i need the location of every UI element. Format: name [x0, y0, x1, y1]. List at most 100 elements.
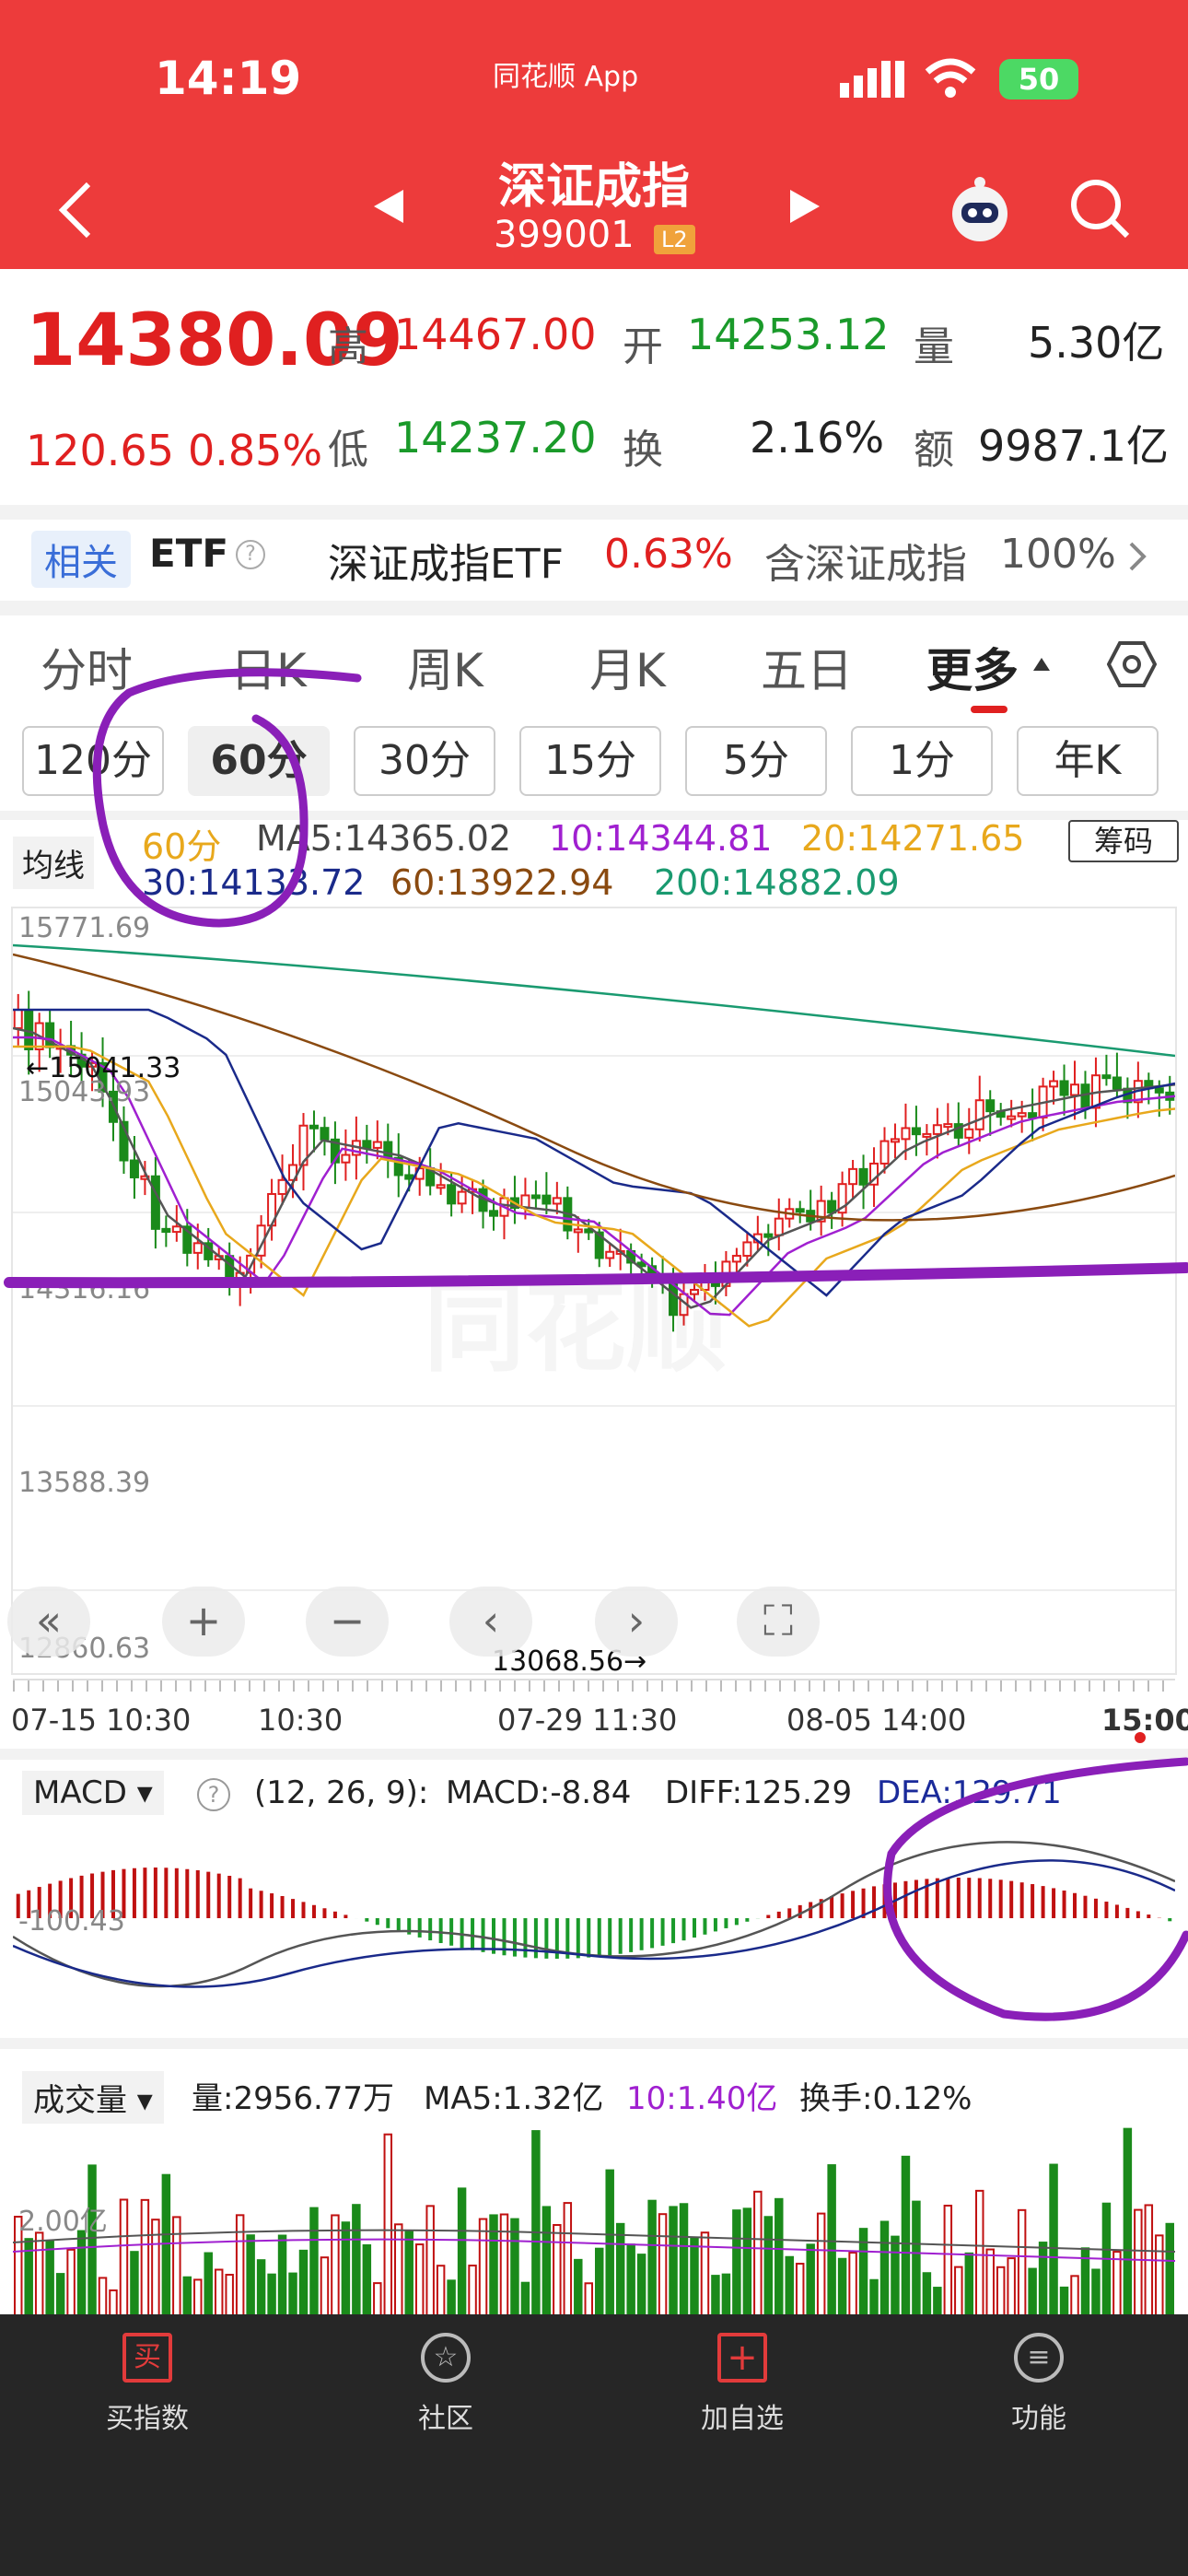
candle-body: [901, 1127, 911, 1141]
nav-functions[interactable]: ≡ 功能: [947, 2333, 1131, 2436]
period-60min[interactable]: 60分: [188, 726, 330, 796]
functions-menu-icon: ≡: [1014, 2333, 1064, 2383]
candle-body: [542, 1194, 552, 1205]
volume-bar: [943, 2205, 953, 2327]
candle-body: [943, 1123, 953, 1129]
volume-chart[interactable]: [13, 2113, 1175, 2327]
time-label-3: 07-29 11:30: [497, 1703, 678, 1738]
volume-bar: [1101, 2202, 1112, 2327]
candle-body: [858, 1167, 868, 1186]
macd-params: (12, 26, 9):: [254, 1774, 429, 1811]
candle-body: [1007, 1115, 1017, 1120]
help-icon[interactable]: ?: [236, 540, 265, 569]
scroll-left-icon[interactable]: ‹: [449, 1587, 532, 1657]
etf-fund-change: 0.63%: [604, 531, 733, 578]
volume-bar: [827, 2164, 836, 2327]
nav-add-watchlist[interactable]: + 加自选: [650, 2333, 834, 2436]
volume-bar: [1144, 2204, 1154, 2327]
ma60-value: 60:13922.94: [390, 862, 614, 903]
macd-help-icon[interactable]: ?: [197, 1778, 230, 1811]
fullscreen-icon[interactable]: ⛶: [737, 1587, 820, 1657]
volume-bar: [879, 2220, 890, 2327]
period-30min[interactable]: 30分: [354, 726, 495, 796]
ma-toggle[interactable]: 均线: [13, 837, 94, 889]
candle-body: [150, 1175, 160, 1230]
nav-buy-index-label: 买指数: [106, 2403, 189, 2435]
volume-bar: [341, 2221, 351, 2327]
y-label-4: 13588.39: [18, 1467, 151, 1499]
period-1min[interactable]: 1分: [851, 726, 993, 796]
candle-body: [742, 1241, 752, 1258]
etf-fund-name: 深证成指ETF: [328, 541, 564, 588]
candle-body: [731, 1255, 741, 1263]
candle-body: [192, 1242, 203, 1254]
candle-body: [489, 1210, 499, 1217]
volume-bar: [605, 2169, 614, 2327]
high-label: 高: [328, 323, 368, 370]
candle-body: [161, 1227, 171, 1234]
nav-community-label: 社区: [418, 2403, 473, 2435]
period-15min[interactable]: 15分: [519, 726, 661, 796]
assistant-robot-icon[interactable]: [945, 175, 1015, 245]
macd-diff: DIFF:125.29: [665, 1774, 853, 1811]
candle-body: [1101, 1074, 1112, 1080]
candle-body: [1059, 1080, 1069, 1096]
search-icon[interactable]: [1068, 177, 1131, 240]
volume-bar: [669, 2206, 678, 2327]
zoom-out-icon[interactable]: −: [306, 1587, 389, 1657]
nav-community[interactable]: ☆ 社区: [354, 2333, 538, 2436]
tab-weekly-k[interactable]: 周K: [407, 634, 483, 700]
nav-buy-index[interactable]: 买 买指数: [55, 2333, 239, 2436]
etf-label: ETF: [149, 531, 229, 576]
candle-body: [362, 1140, 372, 1149]
period-120min[interactable]: 120分: [22, 726, 164, 796]
y-label-top: 15771.69: [18, 912, 151, 944]
tab-five-day[interactable]: 五日: [761, 634, 853, 700]
nav-functions-label: 功能: [1011, 2403, 1066, 2435]
chevron-right-icon: [1129, 542, 1147, 571]
volume-bar: [775, 2197, 784, 2327]
etf-contains-pct: 100%: [1000, 531, 1116, 578]
candle-body: [848, 1167, 858, 1186]
tab-intraday[interactable]: 分时: [41, 634, 133, 700]
scroll-left-fast-icon[interactable]: «: [7, 1587, 90, 1657]
candle-body: [964, 1128, 974, 1139]
tab-more[interactable]: 更多: [926, 634, 1019, 700]
volume-ma5-line: [13, 2229, 1175, 2253]
time-label-1: 07-15 10:30: [11, 1703, 192, 1738]
tab-monthly-k[interactable]: 月K: [589, 634, 666, 700]
macd-selector[interactable]: MACD ▾: [22, 1771, 164, 1815]
ma5-value: MA5:14365.02: [256, 818, 512, 859]
volume-bar: [140, 2198, 150, 2327]
candle-body: [827, 1200, 837, 1214]
tab-daily-k[interactable]: 日K: [230, 634, 307, 700]
candle-body: [795, 1208, 805, 1213]
period-yearly-k[interactable]: 年K: [1017, 726, 1159, 796]
volume-bar: [331, 2214, 340, 2327]
scroll-right-icon[interactable]: ›: [595, 1587, 678, 1657]
volume-bar: [510, 2218, 519, 2327]
candle-body: [985, 1099, 996, 1113]
next-index-icon[interactable]: [788, 188, 821, 225]
zoom-in-icon[interactable]: +: [162, 1587, 245, 1657]
settings-hexagon-icon[interactable]: [1107, 639, 1157, 689]
etf-related-tag: 相关: [31, 531, 131, 588]
candle-body: [879, 1140, 890, 1165]
macd-chart[interactable]: [13, 1826, 1175, 2032]
period-5min[interactable]: 5分: [685, 726, 827, 796]
high-value: 14467.00: [394, 310, 597, 359]
macd-name: MACD: [33, 1774, 127, 1811]
volume-bar: [531, 2130, 541, 2327]
candle-body: [341, 1153, 351, 1164]
chips-button[interactable]: 筹码: [1068, 820, 1179, 862]
candle-body: [24, 1009, 34, 1050]
volume-bar: [679, 2203, 689, 2327]
time-label-5: 15:00: [1101, 1703, 1188, 1738]
status-app-name: 同花顺 App: [493, 61, 639, 93]
battery-indicator: 50: [999, 59, 1078, 100]
volume-bar: [732, 2209, 741, 2327]
signal-icon: [840, 61, 904, 98]
volume-bar: [763, 2216, 774, 2327]
period-high-marker: ←15041.33: [26, 1052, 181, 1084]
ma-period: 60分: [142, 826, 222, 867]
